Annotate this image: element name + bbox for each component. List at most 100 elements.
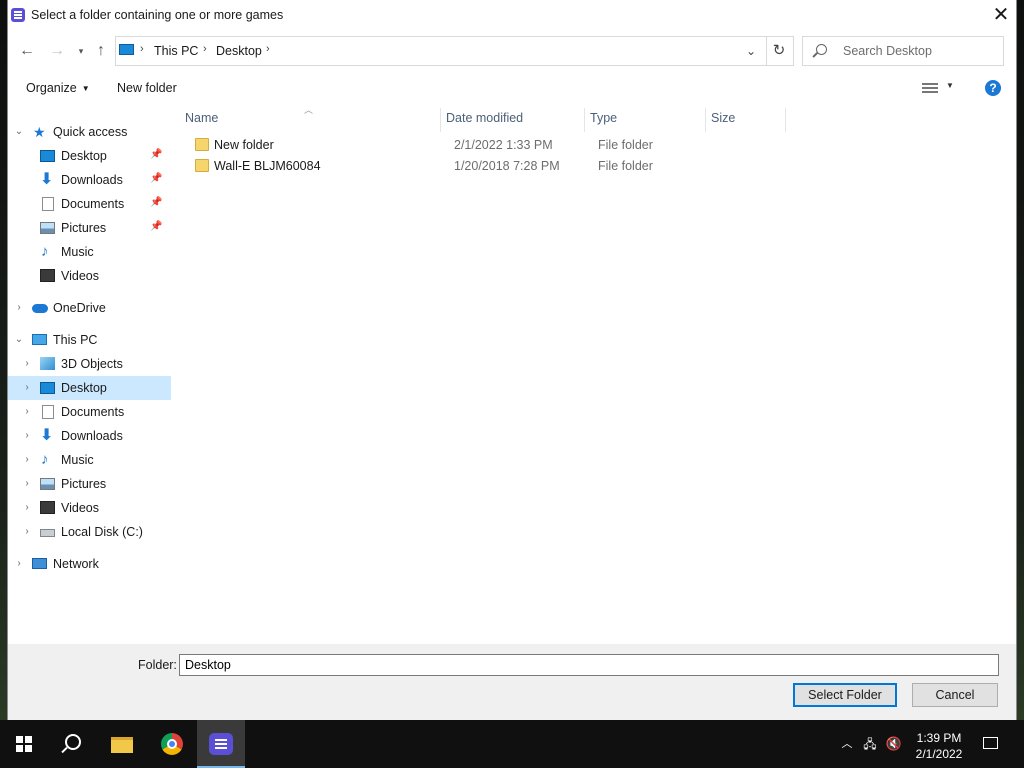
app-icon bbox=[11, 8, 25, 22]
column-label: Name bbox=[185, 111, 219, 125]
chrome-icon bbox=[161, 733, 183, 755]
taskbar: ︿ 🖧 🔇 1:39 PM 2/1/2022 bbox=[0, 720, 1024, 768]
recent-locations-chevron-icon[interactable]: ▾ bbox=[70, 36, 92, 66]
column-header-name[interactable]: Name ︿ bbox=[179, 105, 439, 132]
organize-button[interactable]: Organize ▼ bbox=[26, 81, 90, 95]
column-header-type[interactable]: Type bbox=[584, 108, 704, 132]
download-arrow-icon: ⬇ bbox=[40, 171, 54, 188]
column-label: Size bbox=[711, 111, 736, 125]
up-arrow-icon[interactable]: ↑ bbox=[90, 36, 112, 66]
chevron-down-icon[interactable]: ⌄ bbox=[14, 334, 24, 345]
tree-label: Downloads bbox=[61, 173, 123, 187]
tree-item-quick-pictures[interactable]: Pictures 📌 bbox=[8, 216, 171, 240]
column-divider[interactable] bbox=[785, 108, 786, 132]
organize-label: Organize bbox=[26, 81, 77, 95]
column-label: Type bbox=[590, 111, 618, 125]
tree-item-quick-music[interactable]: ♪ Music bbox=[8, 240, 171, 264]
navigation-bar: ← → ▾ ↑ › This PC › Desktop › ⌄ ↻ Search… bbox=[8, 36, 1016, 66]
windows-logo-icon bbox=[16, 736, 32, 752]
file-row[interactable]: Wall-E BLJM60084 1/20/2018 7:28 PM File … bbox=[185, 156, 785, 177]
chevron-right-icon[interactable]: › bbox=[22, 454, 32, 465]
taskbar-search-button[interactable] bbox=[48, 720, 96, 768]
tree-item-pictures[interactable]: › Pictures bbox=[8, 472, 171, 496]
tree-label: Music bbox=[61, 453, 94, 467]
tree-item-quick-access[interactable]: ⌄ ★ Quick access bbox=[8, 120, 171, 144]
pin-icon[interactable]: 📌 bbox=[150, 197, 162, 208]
pictures-icon bbox=[40, 478, 55, 490]
tree-label: Quick access bbox=[53, 125, 128, 139]
chevron-right-icon[interactable]: › bbox=[14, 558, 24, 569]
pin-icon[interactable]: 📌 bbox=[150, 221, 162, 232]
tree-item-quick-videos[interactable]: Videos bbox=[8, 264, 171, 288]
tree-item-documents[interactable]: › Documents bbox=[8, 400, 171, 424]
chevron-right-icon[interactable]: › bbox=[22, 526, 32, 537]
notification-center-icon[interactable] bbox=[983, 737, 998, 749]
tree-label: Music bbox=[61, 245, 94, 259]
help-icon[interactable]: ? bbox=[985, 80, 1001, 96]
system-clock[interactable]: 1:39 PM 2/1/2022 bbox=[908, 730, 970, 762]
tree-label: Desktop bbox=[61, 149, 107, 163]
file-row[interactable]: New folder 2/1/2022 1:33 PM File folder bbox=[185, 135, 785, 156]
tree-item-quick-documents[interactable]: Documents 📌 bbox=[8, 192, 171, 216]
tree-item-network[interactable]: › Network bbox=[8, 552, 171, 576]
file-explorer-taskbar-button[interactable] bbox=[98, 720, 146, 768]
start-button[interactable] bbox=[0, 720, 48, 768]
show-hidden-icons-chevron-icon[interactable]: ︿ bbox=[838, 720, 856, 768]
cancel-button[interactable]: Cancel bbox=[912, 683, 998, 707]
tree-item-3d-objects[interactable]: › 3D Objects bbox=[8, 352, 171, 376]
cube-3d-icon bbox=[40, 357, 55, 370]
new-folder-button[interactable]: New folder bbox=[117, 81, 177, 95]
tree-item-onedrive[interactable]: › OneDrive bbox=[8, 296, 171, 320]
tree-item-quick-desktop[interactable]: Desktop 📌 bbox=[8, 144, 171, 168]
forward-arrow-icon[interactable]: → bbox=[46, 36, 68, 66]
column-header-date-modified[interactable]: Date modified bbox=[440, 108, 583, 132]
tree-item-videos[interactable]: › Videos bbox=[8, 496, 171, 520]
column-header-size[interactable]: Size bbox=[705, 108, 785, 132]
chrome-taskbar-button[interactable] bbox=[148, 720, 196, 768]
address-bar[interactable]: › This PC › Desktop › ⌄ bbox=[115, 36, 767, 66]
clock-time: 1:39 PM bbox=[916, 731, 962, 745]
tree-label: Network bbox=[53, 557, 99, 571]
tree-item-local-disk[interactable]: › Local Disk (C:) bbox=[8, 520, 171, 544]
music-note-icon: ♪ bbox=[41, 451, 49, 468]
network-status-icon[interactable]: 🖧 bbox=[860, 720, 880, 768]
chevron-right-icon[interactable]: › bbox=[22, 430, 32, 441]
tree-label: Desktop bbox=[61, 381, 107, 395]
tree-item-this-pc[interactable]: ⌄ This PC bbox=[8, 328, 171, 352]
tree-item-quick-downloads[interactable]: ⬇ Downloads 📌 bbox=[8, 168, 171, 192]
tree-item-downloads[interactable]: › ⬇ Downloads bbox=[8, 424, 171, 448]
caret-down-icon[interactable]: ▼ bbox=[946, 81, 954, 90]
file-list-pane: Name ︿ Date modified Type Size New folde… bbox=[179, 103, 1016, 644]
tree-item-desktop-selected[interactable]: › Desktop bbox=[8, 376, 171, 400]
breadcrumb-this-pc[interactable]: This PC bbox=[154, 44, 198, 58]
search-box[interactable]: Search Desktop bbox=[802, 36, 1004, 66]
pin-icon[interactable]: 📌 bbox=[150, 149, 162, 160]
pin-icon[interactable]: 📌 bbox=[150, 173, 162, 184]
chevron-right-icon[interactable]: › bbox=[22, 382, 32, 393]
volume-muted-icon[interactable]: 🔇 bbox=[884, 720, 904, 768]
view-options-icon[interactable] bbox=[922, 82, 938, 94]
chevron-right-icon[interactable]: › bbox=[140, 43, 144, 55]
sort-up-icon: ︿ bbox=[304, 105, 314, 115]
tree-item-music[interactable]: › ♪ Music bbox=[8, 448, 171, 472]
chevron-down-icon[interactable]: ⌄ bbox=[14, 126, 24, 137]
chevron-right-icon[interactable]: › bbox=[22, 406, 32, 417]
address-dropdown-chevron-icon[interactable]: ⌄ bbox=[736, 37, 766, 65]
chevron-right-icon[interactable]: › bbox=[22, 358, 32, 369]
select-folder-button[interactable]: Select Folder bbox=[793, 683, 897, 707]
app-taskbar-button[interactable] bbox=[197, 720, 245, 768]
search-icon bbox=[816, 44, 827, 55]
back-arrow-icon[interactable]: ← bbox=[16, 36, 38, 66]
chevron-right-icon[interactable]: › bbox=[203, 43, 207, 55]
breadcrumb-desktop[interactable]: Desktop bbox=[216, 44, 262, 58]
refresh-icon[interactable]: ↻ bbox=[765, 36, 794, 66]
dialog-footer: Folder: Select Folder Cancel bbox=[8, 644, 1016, 720]
close-button[interactable]: ✕ bbox=[986, 0, 1016, 31]
star-icon: ★ bbox=[33, 124, 46, 140]
chevron-right-icon[interactable]: › bbox=[14, 302, 24, 313]
chevron-right-icon[interactable]: › bbox=[22, 478, 32, 489]
chevron-right-icon[interactable]: › bbox=[266, 43, 270, 55]
chevron-right-icon[interactable]: › bbox=[22, 502, 32, 513]
command-bar: Organize ▼ New folder ▼ bbox=[8, 73, 1016, 103]
folder-name-input[interactable] bbox=[179, 654, 999, 676]
